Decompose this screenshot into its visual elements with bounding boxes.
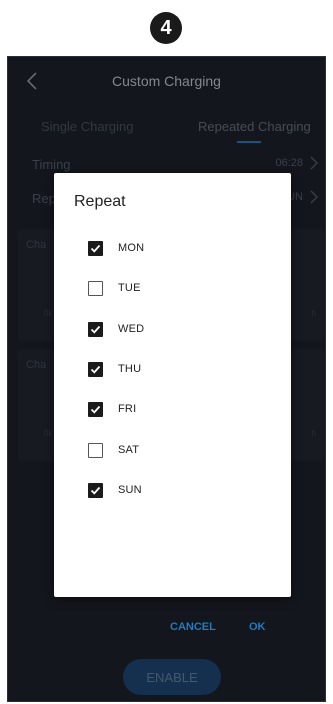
option-thu[interactable]: THU [88, 360, 238, 380]
option-fri[interactable]: FRI [88, 400, 238, 420]
ok-button[interactable]: OK [249, 621, 266, 633]
dialog-title: Repeat [74, 193, 126, 210]
option-mon[interactable]: MON [88, 239, 238, 259]
checkbox[interactable] [88, 402, 103, 417]
option-label: SAT [118, 444, 140, 456]
checkbox[interactable] [88, 443, 103, 458]
checkbox[interactable] [88, 483, 103, 498]
option-label: TUE [118, 282, 141, 294]
option-label: SUN [118, 484, 142, 496]
checkbox[interactable] [88, 322, 103, 337]
option-tue[interactable]: TUE [88, 279, 238, 299]
option-wed[interactable]: WED [88, 320, 238, 340]
option-sat[interactable]: SAT [88, 441, 238, 461]
option-label: MON [118, 242, 145, 254]
checkbox[interactable] [88, 281, 103, 296]
option-sun[interactable]: SUN [88, 481, 238, 501]
step-number-badge: 4 [150, 12, 182, 44]
option-label: FRI [118, 403, 137, 415]
option-label: THU [118, 363, 142, 375]
repeat-dialog: Repeat MON TUE WED THU FRI SAT SUN CANCE… [54, 173, 291, 633]
checkbox[interactable] [88, 362, 103, 377]
option-label: WED [118, 323, 145, 335]
phone-screen: Custom Charging Single Charging Repeated… [7, 56, 326, 702]
cancel-button[interactable]: CANCEL [170, 621, 216, 633]
checkbox[interactable] [88, 241, 103, 256]
